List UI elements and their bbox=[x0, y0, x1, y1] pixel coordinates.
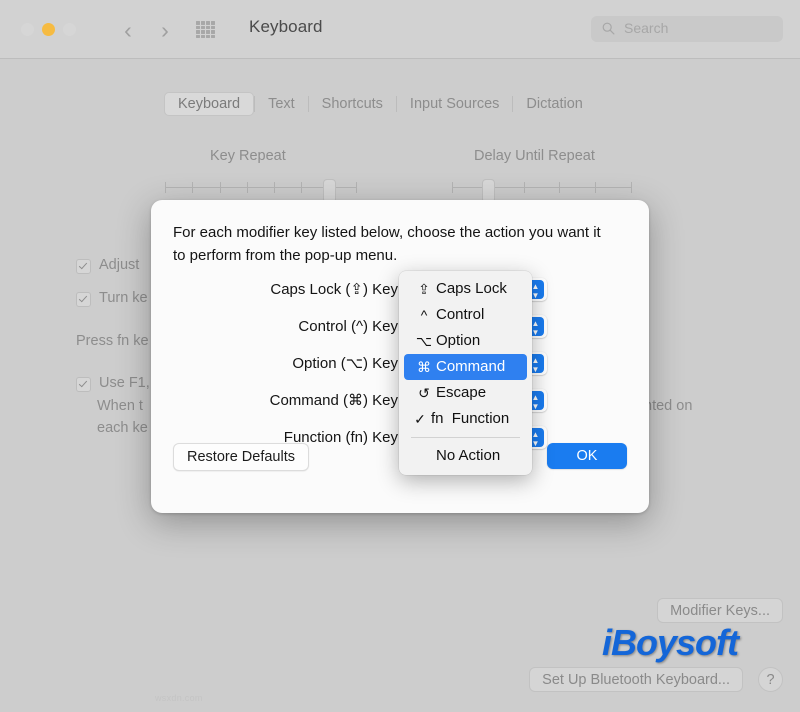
slider-tick bbox=[192, 182, 194, 193]
menu-item-escape[interactable]: ↺ Escape bbox=[404, 380, 527, 406]
checkmark-icon: ✓ bbox=[414, 411, 426, 427]
slider-tick bbox=[523, 182, 525, 193]
turn-keyboard-backlight-label: Turn ke bbox=[99, 290, 148, 306]
menu-item-label: Command bbox=[436, 358, 506, 375]
slider-tick bbox=[246, 182, 248, 193]
slider-tick bbox=[274, 182, 276, 193]
menu-item-label: Function bbox=[451, 410, 510, 427]
modifier-label: Control (^) Key bbox=[298, 318, 398, 335]
page-title: Keyboard bbox=[249, 17, 323, 36]
site-watermark: wsxdn.com bbox=[155, 693, 203, 703]
search-input[interactable]: Search bbox=[591, 16, 783, 42]
option-icon: ⌥ bbox=[415, 333, 433, 349]
slider-tick bbox=[631, 182, 632, 193]
title-bar: ‹ › Keyboard Search bbox=[0, 0, 800, 59]
preference-tabs: Keyboard Text Shortcuts Input Sources Di… bbox=[164, 92, 596, 116]
menu-item-command[interactable]: ⌘ Command bbox=[404, 354, 527, 380]
iboysoft-watermark: iBoysoft bbox=[602, 622, 739, 663]
menu-item-label: Caps Lock bbox=[436, 280, 507, 297]
slider-tick bbox=[356, 182, 357, 193]
search-icon bbox=[602, 22, 615, 35]
slider-tick bbox=[219, 182, 221, 193]
menu-item-label: Option bbox=[436, 332, 481, 349]
tab-shortcuts[interactable]: Shortcuts bbox=[309, 92, 396, 116]
key-repeat-slider[interactable] bbox=[165, 180, 357, 202]
modifier-keys-button[interactable]: Modifier Keys... bbox=[657, 598, 783, 623]
menu-item-glyph: fn bbox=[431, 410, 444, 427]
caps-lock-icon: ⇪ bbox=[418, 281, 430, 297]
menu-item-label: No Action bbox=[436, 447, 501, 464]
escape-icon: ↺ bbox=[418, 385, 430, 401]
help-button[interactable]: ? bbox=[758, 667, 783, 692]
menu-separator bbox=[411, 437, 520, 438]
slider-tick bbox=[595, 182, 597, 193]
menu-item-label: Control bbox=[436, 306, 485, 323]
restore-defaults-button[interactable]: Restore Defaults bbox=[173, 443, 309, 471]
adjust-brightness-label: Adjust bbox=[99, 257, 140, 273]
tab-keyboard[interactable]: Keyboard bbox=[164, 92, 255, 116]
slider-tick bbox=[301, 182, 303, 193]
search-placeholder: Search bbox=[624, 20, 669, 36]
forward-arrow-icon[interactable]: › bbox=[152, 15, 178, 45]
use-f1-f12-checkbox[interactable]: Use F1, bbox=[76, 375, 150, 392]
command-icon: ⌘ bbox=[417, 359, 431, 375]
modifier-label: Caps Lock (⇪) Key bbox=[270, 281, 398, 298]
slider-thumb[interactable] bbox=[482, 180, 494, 202]
slider-tick bbox=[452, 182, 453, 193]
menu-item-no-action[interactable]: No Action bbox=[404, 443, 527, 469]
use-f1-f12-label: Use F1, bbox=[99, 375, 150, 391]
dialog-message: For each modifier key listed below, choo… bbox=[173, 224, 601, 264]
ok-button[interactable]: OK bbox=[547, 443, 627, 469]
help-text-line-2: each ke bbox=[97, 420, 148, 436]
key-repeat-label: Key Repeat bbox=[210, 148, 286, 164]
menu-item-control[interactable]: ^ Control bbox=[404, 302, 527, 328]
tab-dictation[interactable]: Dictation bbox=[513, 92, 595, 116]
minimize-window-button[interactable] bbox=[42, 23, 55, 36]
menu-item-caps-lock[interactable]: ⇪ Caps Lock bbox=[404, 276, 527, 302]
help-text-tail: nted on bbox=[644, 398, 693, 414]
modifier-label: Command (⌘) Key bbox=[269, 392, 398, 409]
show-all-grid-icon[interactable] bbox=[196, 21, 215, 38]
menu-item-option[interactable]: ⌥ Option bbox=[404, 328, 527, 354]
slider-tick bbox=[559, 182, 561, 193]
control-icon: ^ bbox=[420, 307, 428, 323]
slider-ticks bbox=[452, 182, 632, 193]
checkmark-icon bbox=[76, 259, 91, 274]
menu-item-label: Escape bbox=[436, 384, 487, 401]
adjust-brightness-checkbox[interactable]: Adjust bbox=[76, 257, 140, 274]
delay-until-repeat-slider[interactable] bbox=[452, 180, 632, 202]
modifier-action-dropdown-menu[interactable]: ⇪ Caps Lock ^ Control ⌥ Option ⌘ Command… bbox=[399, 271, 532, 475]
checkmark-icon bbox=[76, 377, 91, 392]
keyboard-preferences-window: ‹ › Keyboard Search Keyboard Text Shortc… bbox=[0, 0, 800, 712]
zoom-window-button[interactable] bbox=[63, 23, 76, 36]
set-up-bluetooth-keyboard-button[interactable]: Set Up Bluetooth Keyboard... bbox=[529, 667, 743, 692]
delay-until-repeat-label: Delay Until Repeat bbox=[474, 148, 595, 164]
slider-thumb[interactable] bbox=[323, 180, 335, 202]
tab-input-sources[interactable]: Input Sources bbox=[397, 92, 512, 116]
back-arrow-icon[interactable]: ‹ bbox=[115, 15, 141, 45]
turn-keyboard-backlight-checkbox[interactable]: Turn ke bbox=[76, 290, 148, 307]
tab-text[interactable]: Text bbox=[255, 92, 308, 116]
modifier-label: Option (⌥) Key bbox=[292, 355, 398, 372]
checkmark-icon bbox=[76, 292, 91, 307]
help-text-line-1: When t bbox=[97, 398, 143, 414]
press-fn-key-label: Press fn ke bbox=[76, 333, 149, 349]
menu-item-fn-function[interactable]: ✓ fn Function bbox=[404, 406, 527, 432]
slider-tick bbox=[165, 182, 166, 193]
close-window-button[interactable] bbox=[21, 23, 34, 36]
